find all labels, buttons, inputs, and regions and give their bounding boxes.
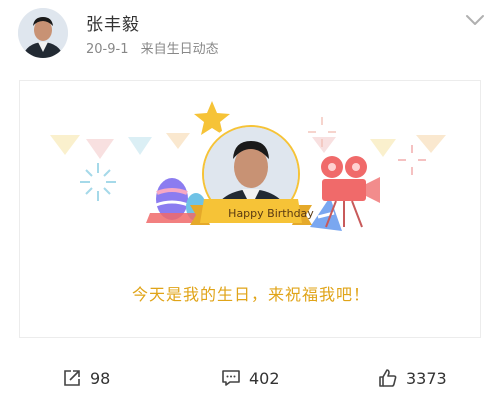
birthday-banner: Happy Birthday (228, 207, 314, 220)
like-icon (379, 369, 397, 387)
action-bar: 98 402 3373 (0, 358, 500, 398)
author-name[interactable]: 张丰毅 (86, 10, 140, 35)
firework-icon (80, 163, 116, 201)
birthday-card[interactable]: Happy Birthday 今天是我的生日，来祝福我吧！ (19, 80, 481, 338)
avatar[interactable] (18, 8, 68, 58)
post-source[interactable]: 来自生日动态 (141, 42, 219, 57)
comment-button[interactable]: 402 (221, 366, 280, 390)
post-date: 20-9-1 (86, 42, 129, 57)
share-count: 98 (90, 368, 111, 388)
like-count: 3373 (406, 368, 447, 388)
like-button[interactable]: 3373 (378, 366, 447, 390)
birthday-illustration (50, 101, 446, 231)
firework-icon (398, 145, 426, 175)
share-icon (64, 370, 80, 386)
movie-camera-icon (321, 156, 380, 228)
birthday-message: 今天是我的生日，来祝福我吧！ (131, 285, 370, 304)
comment-count: 402 (249, 368, 280, 388)
chevron-down-icon[interactable] (464, 12, 486, 26)
weibo-post: 张丰毅 20-9-1 来自生日动态 Happy Birthday 今天是我的生日… (0, 0, 500, 407)
comment-icon (222, 370, 240, 386)
post-meta: 20-9-1 来自生日动态 (86, 38, 219, 57)
share-button[interactable]: 98 (62, 366, 110, 390)
